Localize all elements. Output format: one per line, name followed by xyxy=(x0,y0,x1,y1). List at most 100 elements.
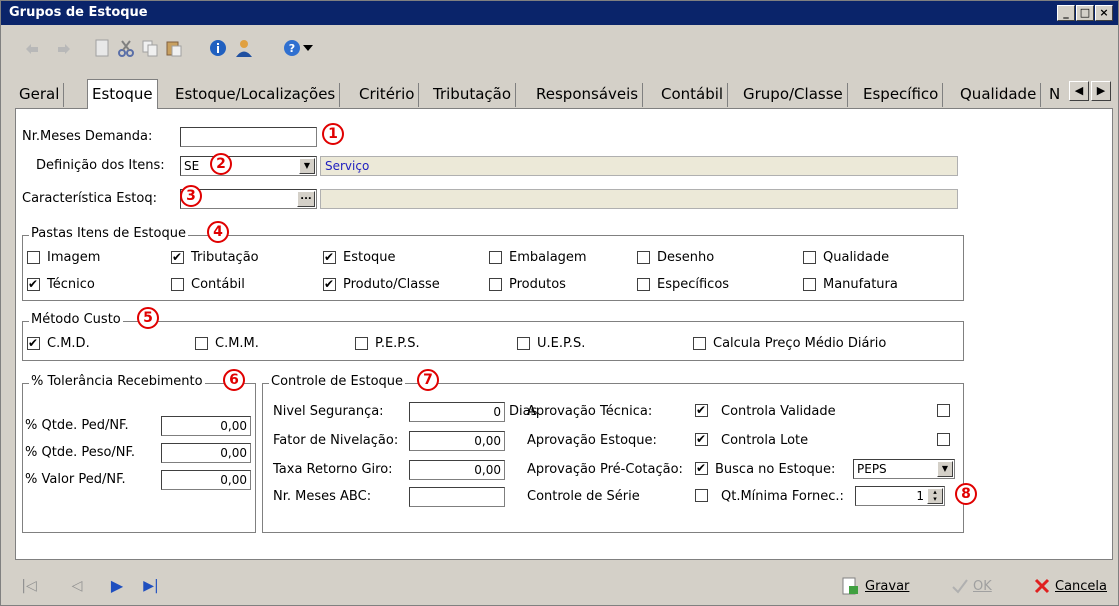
pasta-desenho-checkbox[interactable]: Desenho xyxy=(637,250,714,265)
paste-icon[interactable] xyxy=(163,37,185,59)
checkbox-label: U.E.P.S. xyxy=(537,336,586,351)
pasta-produtos-checkbox[interactable]: Produtos xyxy=(489,277,566,292)
pasta-qualidade-checkbox[interactable]: Qualidade xyxy=(803,250,889,265)
tab-responsaveis[interactable]: Responsáveis xyxy=(532,83,644,107)
taxa-retorno-label: Taxa Retorno Giro: xyxy=(273,462,393,477)
marker-8: 8 xyxy=(955,483,977,505)
pasta-tecnico-checkbox[interactable]: Técnico xyxy=(27,276,95,292)
tab-contabil[interactable]: Contábil xyxy=(657,83,729,107)
definicao-select[interactable]: SE ▼ xyxy=(180,156,317,176)
tab-scroll-left-button[interactable]: ◀ xyxy=(1069,81,1089,101)
qt-minima-stepper[interactable]: 1 ▴ ▾ xyxy=(855,486,945,506)
checkbox-box xyxy=(27,335,40,351)
close-button[interactable]: × xyxy=(1095,5,1113,21)
chevron-down-icon[interactable]: ▼ xyxy=(937,461,953,477)
tab-overflow[interactable]: N xyxy=(1045,83,1064,107)
checkbox-box xyxy=(937,404,950,417)
checkbox-label: C.M.D. xyxy=(47,336,90,351)
copy-icon[interactable] xyxy=(139,37,161,59)
ellipsis-button[interactable]: ... xyxy=(297,191,315,207)
pasta-estoque-checkbox[interactable]: Estoque xyxy=(323,249,396,265)
cut-icon[interactable] xyxy=(115,37,137,59)
marker-7: 7 xyxy=(417,369,439,391)
tab-criterio[interactable]: Critério xyxy=(355,83,420,107)
nav-previous-icon[interactable]: ◁ xyxy=(67,576,87,596)
checkbox-box xyxy=(695,460,708,476)
metodo-calcula-preco-checkbox[interactable]: Calcula Preço Médio Diário xyxy=(693,336,886,351)
aprov-precotacao-label: Aprovação Pré-Cotação: xyxy=(527,462,683,477)
redo-icon[interactable] xyxy=(53,37,75,59)
pasta-imagem-checkbox[interactable]: Imagem xyxy=(27,250,100,265)
tab-scroll-right-button[interactable]: ▶ xyxy=(1091,81,1111,101)
aprov-precotacao-checkbox[interactable] xyxy=(695,460,715,476)
tolerancia-qtde-ped-input[interactable]: 0,00 xyxy=(161,416,251,436)
minimize-button[interactable]: _ xyxy=(1057,5,1075,21)
checkbox-label: Manufatura xyxy=(823,277,898,292)
caracteristica-label: Característica Estoq: xyxy=(22,191,157,206)
new-document-icon[interactable] xyxy=(91,37,113,59)
metodo-title: Método Custo xyxy=(29,312,123,327)
checkbox-box xyxy=(693,337,706,350)
checkbox-label: Produtos xyxy=(509,277,566,292)
maximize-button[interactable]: □ xyxy=(1076,5,1094,21)
tab-tributacao[interactable]: Tributação xyxy=(429,83,517,107)
checkbox-box xyxy=(517,337,530,350)
cancela-button[interactable]: Cancela xyxy=(1033,577,1107,595)
toolbar: ? xyxy=(1,27,1118,73)
checkbox-box xyxy=(489,251,502,264)
tab-qualidade[interactable]: Qualidade xyxy=(956,83,1042,107)
gravar-label: Gravar xyxy=(865,578,910,594)
caracteristica-description xyxy=(320,189,958,209)
info-icon[interactable] xyxy=(207,37,229,59)
help-icon[interactable]: ? xyxy=(281,37,303,59)
controle-serie-checkbox[interactable] xyxy=(695,489,715,502)
metodo-ueps-checkbox[interactable]: U.E.P.S. xyxy=(517,336,585,351)
nivel-seguranca-input[interactable]: 0 xyxy=(409,402,505,422)
pasta-manufatura-checkbox[interactable]: Manufatura xyxy=(803,277,898,292)
tab-geral[interactable]: Geral xyxy=(15,83,65,107)
nav-last-icon[interactable]: ▶| xyxy=(141,576,161,596)
title-bar: Grupos de Estoque _ □ × xyxy=(1,1,1118,25)
taxa-retorno-input[interactable]: 0,00 xyxy=(409,460,505,480)
checkbox-box xyxy=(695,402,708,418)
pasta-especificos-checkbox[interactable]: Específicos xyxy=(637,277,729,292)
meses-demanda-input[interactable] xyxy=(180,127,317,147)
nav-next-icon[interactable]: ▶ xyxy=(107,576,127,596)
tab-estoque-localizacoes[interactable]: Estoque/Localizações xyxy=(171,83,341,107)
tolerancia-valor-ped-input[interactable]: 0,00 xyxy=(161,470,251,490)
tolerancia-qtde-peso-input[interactable]: 0,00 xyxy=(161,443,251,463)
aprov-estoque-checkbox[interactable] xyxy=(695,431,715,447)
pasta-produto-classe-checkbox[interactable]: Produto/Classe xyxy=(323,276,440,292)
checkbox-box xyxy=(171,249,184,265)
gravar-button[interactable]: Gravar xyxy=(841,577,909,595)
controla-lote-checkbox[interactable] xyxy=(937,433,957,446)
busca-estoque-select[interactable]: PEPS ▼ xyxy=(853,459,955,479)
fator-nivelacao-input[interactable]: 0,00 xyxy=(409,431,505,451)
ok-button[interactable]: OK xyxy=(951,577,992,595)
ok-label: OK xyxy=(973,578,992,594)
bottom-bar: |◁ ◁ ▶ ▶| Gravar OK Cancela xyxy=(1,566,1118,606)
help-dropdown-icon[interactable] xyxy=(301,37,315,59)
user-icon[interactable] xyxy=(233,37,255,59)
checkbox-box xyxy=(803,278,816,291)
tab-especifico[interactable]: Específico xyxy=(859,83,944,107)
controla-validade-label: Controla Validade xyxy=(721,404,836,419)
definicao-label: Definição dos Itens: xyxy=(36,158,165,173)
svg-text:?: ? xyxy=(289,42,295,55)
pasta-embalagem-checkbox[interactable]: Embalagem xyxy=(489,250,587,265)
pasta-contabil-checkbox[interactable]: Contábil xyxy=(171,277,245,292)
checkbox-label: Técnico xyxy=(47,277,95,292)
metodo-cmm-checkbox[interactable]: C.M.M. xyxy=(195,336,259,351)
pasta-tributacao-checkbox[interactable]: Tributação xyxy=(171,249,259,265)
metodo-cmd-checkbox[interactable]: C.M.D. xyxy=(27,335,90,351)
meses-abc-input[interactable] xyxy=(409,487,505,507)
chevron-down-icon[interactable]: ▼ xyxy=(299,158,315,174)
tab-grupo-classe[interactable]: Grupo/Classe xyxy=(739,83,848,107)
undo-icon[interactable] xyxy=(21,37,43,59)
tab-estoque[interactable]: Estoque xyxy=(87,79,158,109)
metodo-peps-checkbox[interactable]: P.E.P.S. xyxy=(355,336,420,351)
nav-first-icon[interactable]: |◁ xyxy=(19,576,39,596)
stepper-icon[interactable]: ▴ ▾ xyxy=(927,488,943,504)
controla-validade-checkbox[interactable] xyxy=(937,404,957,417)
aprov-tecnica-checkbox[interactable] xyxy=(695,402,715,418)
